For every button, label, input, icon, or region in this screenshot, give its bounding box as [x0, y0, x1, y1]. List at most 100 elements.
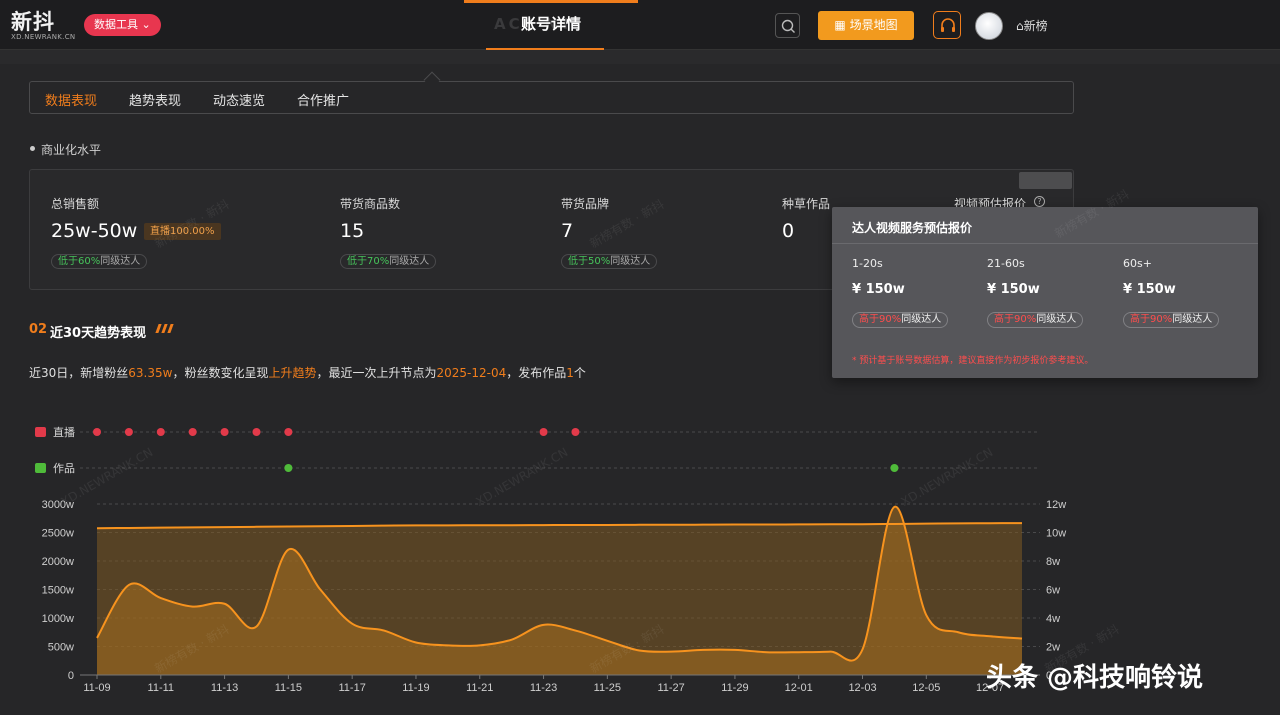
event-point — [284, 464, 293, 472]
metric-label-products: 带货商品数 — [340, 197, 401, 211]
x-tick-label: 12-03 — [848, 682, 876, 694]
search-button[interactable] — [775, 13, 800, 38]
bullet-dot — [30, 146, 35, 151]
quote-range: 1-20s — [852, 257, 883, 270]
quote-badge-percent: 高于90% — [859, 314, 902, 325]
tab-bar: 数据表现 趋势表现 动态速览 合作推广 — [29, 81, 1074, 114]
event-lane-label: 作品 — [53, 462, 75, 475]
help-icon[interactable]: ? — [1034, 196, 1045, 207]
tab-dynamic-overview[interactable]: 动态速览 — [213, 90, 265, 109]
quote-badge-text: 同级达人 — [901, 314, 942, 325]
quote-popover: 达人视频服务预估报价 1-20s ¥ 150w 高于90%同级达人 21-60s… — [832, 207, 1258, 378]
x-tick-label: 12-05 — [912, 682, 940, 694]
y-right-tick-label: 10w — [1046, 528, 1066, 540]
x-tick-label: 11-15 — [275, 682, 302, 694]
event-point — [93, 428, 101, 436]
scene-map-label: 场景地图 — [849, 18, 898, 32]
metric-value-products: 15 — [340, 220, 365, 242]
x-tick-label: 11-27 — [657, 682, 684, 694]
y-left-tick-label: 1000w — [42, 613, 74, 625]
metric-value-total-sales: 25w-50w — [51, 220, 138, 242]
profile-strip — [0, 50, 1280, 64]
y-left-tick-label: 2000w — [42, 556, 74, 568]
summary-works: 1 — [566, 366, 574, 380]
summary-text: 个 — [573, 366, 586, 380]
x-tick-label: 11-25 — [594, 682, 621, 694]
event-point — [890, 464, 899, 472]
tab-trend-performance[interactable]: 趋势表现 — [129, 90, 181, 109]
scene-map-button[interactable]: ▦ 场景地图 — [818, 11, 914, 40]
video-icon — [35, 463, 46, 473]
y-left-tick-label: 1500w — [42, 585, 74, 597]
metric-value-brands: 7 — [561, 220, 574, 242]
quote-badge: 高于90%同级达人 — [1123, 312, 1220, 328]
logo[interactable]: 新抖 — [11, 6, 55, 36]
quote-column-60s-plus: 60s+ ¥ 150w 高于90%同级达人 — [1123, 257, 1259, 328]
trend-section-title: 近30天趋势表现 — [50, 326, 147, 341]
badge-text: 同级达人 — [610, 256, 651, 267]
popover-note: * 预计基于账号数据估算，建议直接作为初步报价参考建议。 — [852, 356, 1094, 366]
chevron-down-icon: ⌄ — [141, 18, 151, 31]
comparison-badge: 低于60%同级达人 — [51, 254, 148, 269]
title-decoration — [167, 324, 174, 333]
customer-support-button[interactable] — [933, 11, 961, 39]
summary-text: ，最近一次上升节点为 — [316, 366, 437, 380]
summary-text: 近30日，新增粉丝 — [29, 366, 129, 380]
summary-date: 2025-12-04 — [436, 366, 507, 380]
newrank-label: 新榜 — [1023, 19, 1048, 33]
headset-icon — [941, 18, 955, 32]
event-point — [220, 428, 229, 436]
grid-icon: ▦ — [834, 18, 846, 32]
event-point — [124, 428, 133, 436]
quote-range: 60s+ — [1123, 257, 1152, 270]
tab-data-performance[interactable]: 数据表现 — [45, 90, 97, 109]
x-tick-label: 11-11 — [148, 682, 175, 694]
metric-label-brands: 带货品牌 — [561, 197, 610, 211]
x-tick-label: 11-29 — [721, 682, 748, 694]
quote-badge-text: 同级达人 — [1036, 314, 1077, 325]
toutiao-watermark: 头条 @科技响铃说 — [986, 663, 1204, 693]
x-tick-label: 11-19 — [402, 682, 429, 694]
quote-column-1-20s: 1-20s ¥ 150w 高于90%同级达人 — [852, 257, 988, 328]
event-point — [156, 428, 165, 436]
summary-text: ，粉丝数变化呈现 — [172, 366, 269, 380]
live-icon — [35, 427, 46, 437]
summary-fans: 63.35w — [128, 366, 173, 380]
top-navigation-bar: 新抖 XD.NEWRANK.CN 数据工具 ⌄ ACC NT 账号详情 ▦ 场景… — [0, 0, 1280, 56]
badge-percent: 低于70% — [347, 256, 390, 267]
user-avatar[interactable] — [975, 12, 1003, 40]
logo-subtitle: XD.NEWRANK.CN — [11, 33, 76, 41]
y-right-tick-label: 6w — [1046, 585, 1060, 597]
y-left-tick-label: 2500w — [42, 528, 74, 540]
y-right-tick-label: 8w — [1046, 556, 1060, 568]
event-point — [539, 428, 548, 436]
popover-divider — [832, 243, 1258, 244]
page-title: 账号详情 — [520, 15, 581, 33]
tab-cooperation-promotion[interactable]: 合作推广 — [297, 90, 349, 109]
metric-value-seeding-works: 0 — [782, 220, 795, 242]
data-tools-label: 数据工具 — [94, 18, 138, 31]
event-point — [188, 428, 197, 436]
event-lane-label: 直播 — [53, 425, 75, 439]
badge-text: 同级达人 — [389, 256, 430, 267]
comparison-badge: 低于50%同级达人 — [561, 254, 658, 269]
quote-badge: 高于90%同级达人 — [852, 312, 949, 328]
quote-badge-percent: 高于90% — [1130, 314, 1173, 325]
y-right-tick-label: 12w — [1046, 499, 1066, 511]
x-tick-label: 11-23 — [530, 682, 557, 694]
y-left-tick-label: 500w — [48, 642, 74, 654]
popover-title: 达人视频服务预估报价 — [852, 221, 973, 235]
newrank-home-link[interactable]: ⌂新榜 — [1016, 17, 1048, 34]
data-tools-dropdown[interactable]: 数据工具 ⌄ — [84, 14, 161, 36]
home-icon: ⌂ — [1016, 19, 1024, 33]
x-tick-label: 11-21 — [466, 682, 493, 694]
quote-price: ¥ 150w — [1123, 282, 1176, 297]
badge-percent: 低于60% — [58, 256, 101, 267]
trend-summary: 近30日，新增粉丝63.35w，粉丝数变化呈现上升趋势，最近一次上升节点为202… — [29, 364, 586, 381]
search-icon — [781, 19, 795, 33]
event-point — [252, 428, 261, 436]
quote-badge-text: 同级达人 — [1172, 314, 1213, 325]
x-tick-label: 11-09 — [83, 682, 110, 694]
quote-badge-percent: 高于90% — [994, 314, 1037, 325]
x-tick-label: 12-01 — [785, 682, 813, 694]
